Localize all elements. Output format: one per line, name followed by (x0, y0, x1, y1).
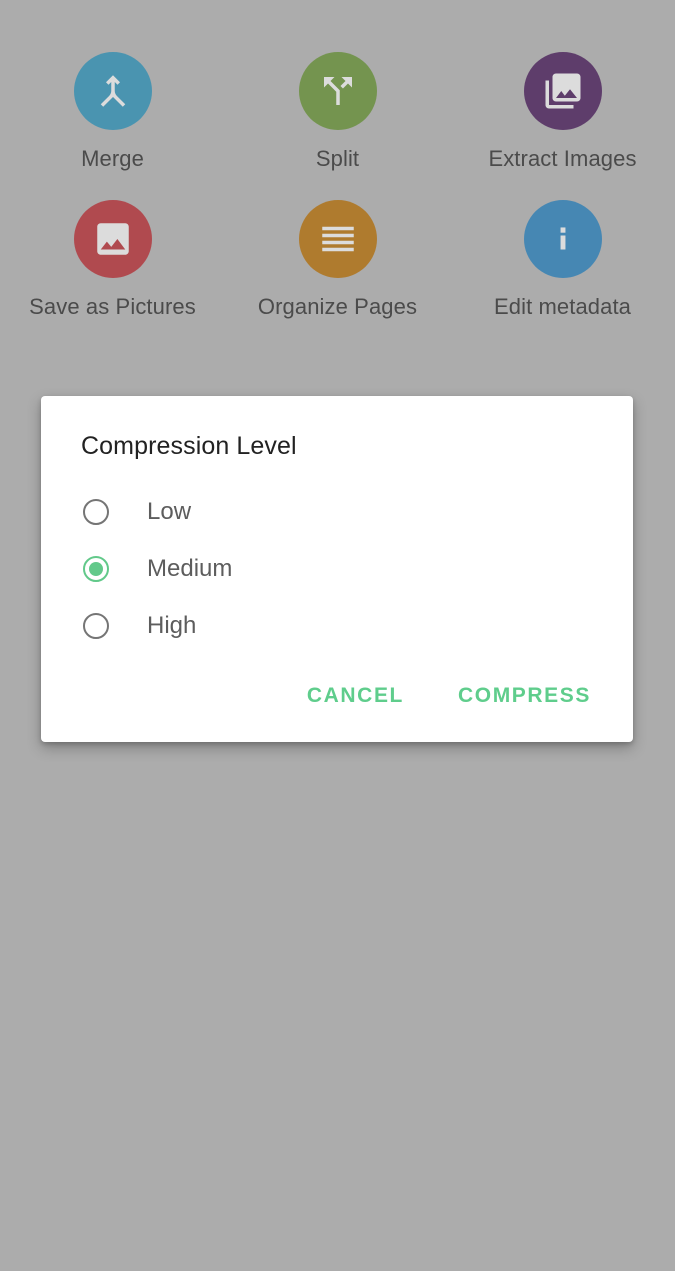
call-split-icon (323, 77, 352, 105)
tool-label: Split (315, 146, 360, 171)
image-icon-circle[interactable] (73, 200, 152, 278)
radio-option-low[interactable]: Low (41, 483, 633, 540)
tool-label: Extract Images (488, 146, 637, 171)
radio-dot (89, 561, 103, 576)
radio-option-label: Low (147, 497, 192, 525)
tool-item-organize-pages[interactable]: Organize Pages (225, 200, 450, 320)
photo-library-icon (545, 73, 580, 109)
info-icon (560, 227, 565, 250)
tool-label: Save as Pictures (29, 294, 196, 319)
tool-item-edit-metadata[interactable]: Edit metadata (450, 200, 675, 320)
radio-dot (89, 505, 103, 519)
merge-icon (100, 75, 125, 107)
cancel-button[interactable]: CANCEL (295, 676, 416, 716)
reorder-icon (321, 226, 354, 252)
image-icon (96, 223, 129, 255)
merge-icon-circle[interactable] (73, 52, 152, 130)
tool-item-extract-images[interactable]: Extract Images (450, 52, 675, 172)
tool-label: Merge (81, 146, 144, 171)
radio-option-label: High (147, 611, 197, 639)
tool-grid: Merge Split Extract Images Save as Pictu… (0, 52, 675, 320)
reorder-icon-circle[interactable] (298, 200, 377, 278)
tool-label: Edit metadata (493, 294, 632, 319)
tool-item-split[interactable]: Split (225, 52, 450, 172)
radio-option-high[interactable]: High (41, 597, 633, 654)
photo-library-icon-circle[interactable] (523, 52, 602, 130)
radio-option-label: Medium (147, 554, 233, 582)
tool-label: Organize Pages (257, 294, 418, 319)
compress-button[interactable]: COMPRESS (446, 676, 603, 716)
radio-button-icon[interactable] (83, 612, 109, 639)
radio-button-icon-selected[interactable] (83, 555, 109, 582)
radio-dot (89, 619, 103, 633)
compression-level-dialog: Compression Level Low Medium High CANCEL… (41, 396, 633, 742)
radio-option-medium[interactable]: Medium (41, 540, 633, 597)
call-split-icon-circle[interactable] (298, 52, 377, 130)
radio-button-icon[interactable] (83, 498, 109, 525)
tool-item-save-as-pictures[interactable]: Save as Pictures (0, 200, 225, 320)
info-icon-circle[interactable] (523, 200, 602, 278)
tool-item-merge[interactable]: Merge (0, 52, 225, 172)
dialog-actions: CANCEL COMPRESS (41, 654, 633, 742)
dialog-title: Compression Level (81, 432, 297, 460)
compression-level-radio-group: Low Medium High (41, 461, 633, 654)
